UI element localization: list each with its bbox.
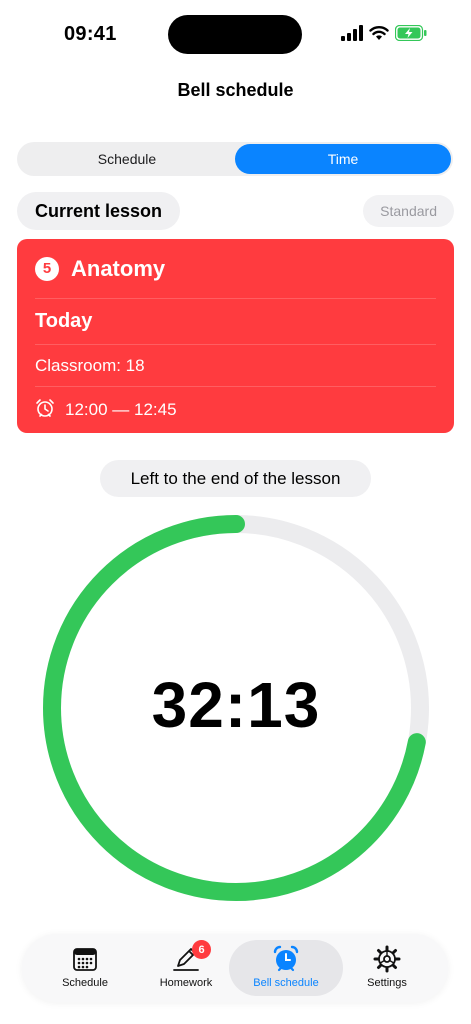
remaining-time-label: Left to the end of the lesson [100,460,371,497]
page-title: Bell schedule [177,80,294,100]
dynamic-island [168,15,302,54]
status-time: 09:41 [64,23,117,45]
pencil-icon: 6 [171,940,211,974]
signal-icon [341,24,363,46]
lesson-time-row: 12:00 — 12:45 [35,387,436,433]
segment-time[interactable]: Time [235,144,451,174]
tab-label: Bell schedule [253,977,319,989]
homework-badge: 6 [192,940,211,959]
wifi-icon [369,25,389,46]
countdown-value: 32:13 [151,669,321,741]
gear-icon [372,944,402,974]
schedule-type-button[interactable]: Standard [363,195,454,227]
lesson-room: Classroom: 18 [35,355,145,375]
current-lesson-label: Current lesson [17,192,181,230]
tab-bar: Schedule 6 Homework Bell schedule Settin… [22,934,448,1002]
alarm-clock-icon [35,398,55,423]
calendar-icon [70,944,100,974]
lesson-day-row: Today [35,299,436,345]
lesson-time-range: 12:00 — 12:45 [65,400,177,419]
tab-homework[interactable]: 6 Homework [144,940,228,996]
tab-bell-schedule[interactable]: Bell schedule [229,940,343,996]
tab-settings[interactable]: Settings [348,940,426,996]
lesson-room-row: Classroom: 18 [35,345,436,387]
lesson-number-badge: 5 [35,256,59,281]
tab-label: Settings [367,977,407,989]
lesson-day: Today [35,310,93,332]
battery-charging-icon [394,24,427,46]
segment-schedule[interactable]: Schedule [19,144,235,174]
segmented-control: Schedule Time [17,142,453,176]
tab-schedule[interactable]: Schedule [44,940,126,996]
tab-label: Schedule [62,977,108,989]
status-icons [341,24,427,46]
countdown-ring: 32:13 [43,515,429,901]
lesson-name: Anatomy [71,255,166,281]
lesson-title-row: 5 Anatomy [35,239,436,299]
status-bar: 09:41 [0,0,471,70]
alarm-clock-icon [271,944,301,974]
tab-label: Homework [159,977,213,989]
lesson-card[interactable]: 5 Anatomy Today Classroom: 18 12:00 — 12… [17,239,454,433]
